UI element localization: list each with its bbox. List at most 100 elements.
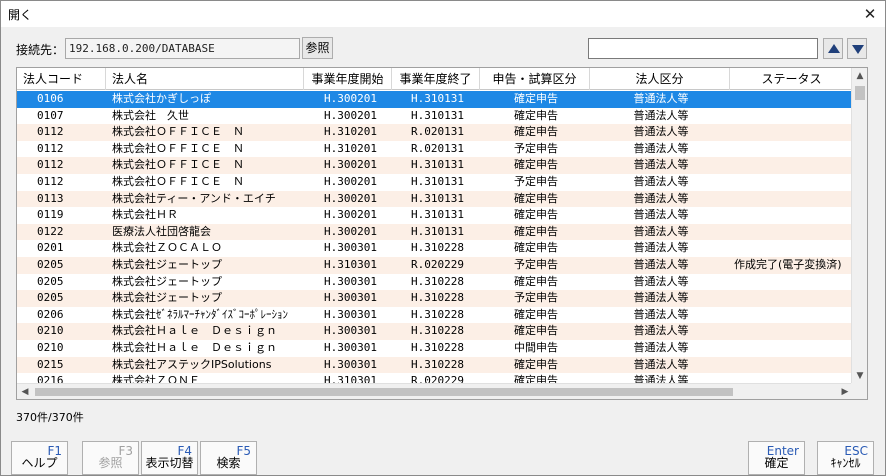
- confirm-button[interactable]: Enter 確定: [748, 441, 805, 475]
- cell-status: [731, 174, 853, 191]
- cell-corp: 普通法人等: [633, 324, 689, 338]
- column-header-corp[interactable]: 法人区分: [590, 68, 730, 90]
- cell-start: H.300201: [324, 175, 377, 188]
- column-header-start[interactable]: 事業年度開始: [304, 68, 392, 90]
- cell-start: H.300201: [324, 158, 377, 172]
- cell-status: [731, 240, 853, 257]
- help-label: ヘルプ: [21, 456, 58, 470]
- cell-name: 株式会社ＺＯＣＡＬＯ: [112, 241, 222, 255]
- cell-code: 0215: [37, 357, 64, 371]
- cell-code: 0112: [37, 158, 64, 172]
- help-button[interactable]: F1 ヘルプ: [11, 441, 68, 475]
- cell-status: [731, 207, 853, 224]
- table-row[interactable]: 0112 株式会社ＯＦＦＩＣＥ Ｎ H.310201 R.020131 予定申告 普通法人…: [17, 140, 853, 158]
- cell-corp: 普通法人等: [633, 274, 689, 288]
- table-row[interactable]: 0112 株式会社ＯＦＦＩＣＥ Ｎ H.300201 H.310131 予定申告 普通法人…: [17, 174, 853, 191]
- horizontal-scrollbar[interactable]: ◀ ▶: [17, 383, 853, 399]
- search-prev-button[interactable]: [823, 38, 843, 59]
- cell-code: 0206: [37, 307, 64, 321]
- table-row[interactable]: 0119 株式会社ＨＲ H.300201 H.310131 確定申告 普通法人等: [17, 207, 853, 224]
- cell-kind: 中間申告: [514, 341, 558, 354]
- cell-code: 0122: [37, 224, 64, 238]
- cell-start: H.300201: [324, 224, 377, 238]
- cancel-button[interactable]: ESC ｷｬﾝｾﾙ: [817, 441, 874, 475]
- search-input[interactable]: [588, 38, 818, 59]
- table-row[interactable]: 0112 株式会社ＯＦＦＩＣＥ Ｎ H.310201 R.020131 確定申告 普通法人…: [17, 124, 853, 141]
- reference-button[interactable]: F3 参照: [82, 441, 139, 475]
- cell-code: 0205: [37, 274, 64, 288]
- cell-end: H.310131: [411, 175, 464, 188]
- cell-corp: 普通法人等: [633, 208, 689, 222]
- table-row[interactable]: 0210 株式会社Ｈａｌｅ Ｄｅｓｉｇｎ H.300301 H.310228 中間申告 普…: [17, 340, 853, 357]
- table-row[interactable]: 0113 株式会社ティー・アンド・エイチ H.300201 H.310131 確定申告 普…: [17, 190, 853, 208]
- column-header-name[interactable]: 法人名: [106, 68, 304, 90]
- scroll-down-icon[interactable]: ▼: [852, 368, 867, 384]
- cell-name: 株式会社ｾﾞﾈﾗﾙﾏｰﾁｬﾝﾀﾞｲｽﾞｺｰﾎﾟﾚｰｼｮﾝ: [112, 307, 288, 321]
- cell-name: 株式会社ＯＦＦＩＣＥ Ｎ: [112, 175, 244, 188]
- cell-corp: 普通法人等: [633, 158, 689, 172]
- cell-corp: 普通法人等: [633, 341, 689, 354]
- record-count: 370件/370件: [16, 411, 84, 424]
- cell-kind: 確定申告: [514, 92, 558, 105]
- column-header-status[interactable]: ステータス: [730, 68, 853, 90]
- cell-kind: 確定申告: [514, 208, 558, 222]
- search-button[interactable]: F5 検索: [200, 441, 257, 475]
- table-row[interactable]: 0112 株式会社ＯＦＦＩＣＥ Ｎ H.300201 H.310131 確定申告 普通法人…: [17, 157, 853, 174]
- cell-corp: 普通法人等: [633, 191, 689, 205]
- table-row[interactable]: 0206 株式会社ｾﾞﾈﾗﾙﾏｰﾁｬﾝﾀﾞｲｽﾞｺｰﾎﾟﾚｰｼｮﾝ H.300301…: [17, 306, 853, 324]
- connection-field: 192.168.0.200/DATABASE: [65, 38, 300, 59]
- arrow-down-icon: [852, 45, 864, 54]
- toggle-view-label: 表示切替: [145, 456, 194, 470]
- cell-end: R.020131: [411, 141, 464, 155]
- vertical-scrollbar[interactable]: ▲ ▼: [851, 68, 867, 384]
- cell-status: [731, 274, 853, 291]
- table-row[interactable]: 0215 株式会社アステックIPSolutions H.300301 H.310228…: [17, 356, 853, 374]
- table-row[interactable]: 0106 株式会社かぎしっぽ H.300201 H.310131 確定申告 普通法人等: [17, 91, 853, 108]
- cell-code: 0210: [37, 341, 64, 354]
- cell-corp: 普通法人等: [633, 92, 689, 105]
- cell-end: H.310131: [411, 224, 464, 238]
- table-row[interactable]: 0210 株式会社Ｈａｌｅ Ｄｅｓｉｇｎ H.300301 H.310228 確定申告 普…: [17, 323, 853, 340]
- cell-kind: 確定申告: [514, 125, 558, 139]
- cell-status: [731, 224, 853, 241]
- column-header-end[interactable]: 事業年度終了: [392, 68, 480, 90]
- table-row[interactable]: 0205 株式会社ジェートップ H.300301 H.310228 確定申告 普通法人等: [17, 273, 853, 291]
- cell-corp: 普通法人等: [633, 291, 689, 305]
- cell-start: H.310201: [324, 141, 377, 155]
- cancel-label: ｷｬﾝｾﾙ: [830, 456, 861, 470]
- cell-end: H.310228: [411, 341, 464, 354]
- column-header-kind[interactable]: 申告・試算区分: [480, 68, 590, 90]
- browse-button[interactable]: 参照: [302, 37, 333, 59]
- search-next-button[interactable]: [847, 38, 867, 59]
- cell-kind: 予定申告: [514, 175, 558, 188]
- table-row[interactable]: 0122 医療法人社団啓龍会 H.300201 H.310131 確定申告 普通法人等: [17, 223, 853, 241]
- cell-end: R.020229: [411, 258, 464, 271]
- cell-end: H.310131: [411, 108, 464, 122]
- reference-label: 参照: [98, 456, 123, 470]
- cell-name: 株式会社 久世: [112, 108, 189, 122]
- cell-corp: 普通法人等: [633, 175, 689, 188]
- table-row[interactable]: 0201 株式会社ＺＯＣＡＬＯ H.300301 H.310228 確定申告 普通法人等: [17, 240, 853, 257]
- cell-end: H.310131: [411, 208, 464, 222]
- cell-corp: 普通法人等: [633, 307, 689, 321]
- title-bar: 開く ✕: [1, 1, 885, 27]
- cell-end: H.310131: [411, 158, 464, 172]
- cell-name: 株式会社アステックIPSolutions: [112, 357, 272, 371]
- cell-code: 0119: [37, 208, 64, 222]
- scroll-up-icon[interactable]: ▲: [852, 68, 867, 84]
- column-header-code[interactable]: 法人コード: [17, 68, 106, 90]
- cell-name: 株式会社ジェートップ: [112, 258, 222, 271]
- cell-start: H.300201: [324, 108, 377, 122]
- vertical-scroll-thumb[interactable]: [855, 86, 865, 100]
- table-row[interactable]: 0205 株式会社ジェートップ H.310301 R.020229 予定申告 普通法人等 作…: [17, 257, 853, 274]
- close-icon[interactable]: ✕: [855, 1, 885, 27]
- cell-start: H.300201: [324, 191, 377, 205]
- open-dialog: 開く ✕ 接続先： 192.168.0.200/DATABASE 参照 法人コー…: [0, 0, 886, 476]
- cell-end: H.310228: [411, 241, 464, 255]
- scroll-left-icon[interactable]: ◀: [17, 384, 33, 399]
- horizontal-scroll-thumb[interactable]: [35, 388, 733, 396]
- table-row[interactable]: 0107 株式会社 久世 H.300201 H.310131 確定申告 普通法人等: [17, 107, 853, 125]
- toggle-view-button[interactable]: F4 表示切替: [141, 441, 198, 475]
- table-row[interactable]: 0205 株式会社ジェートップ H.300301 H.310228 予定申告 普通法人等: [17, 290, 853, 307]
- cell-kind: 予定申告: [514, 141, 558, 155]
